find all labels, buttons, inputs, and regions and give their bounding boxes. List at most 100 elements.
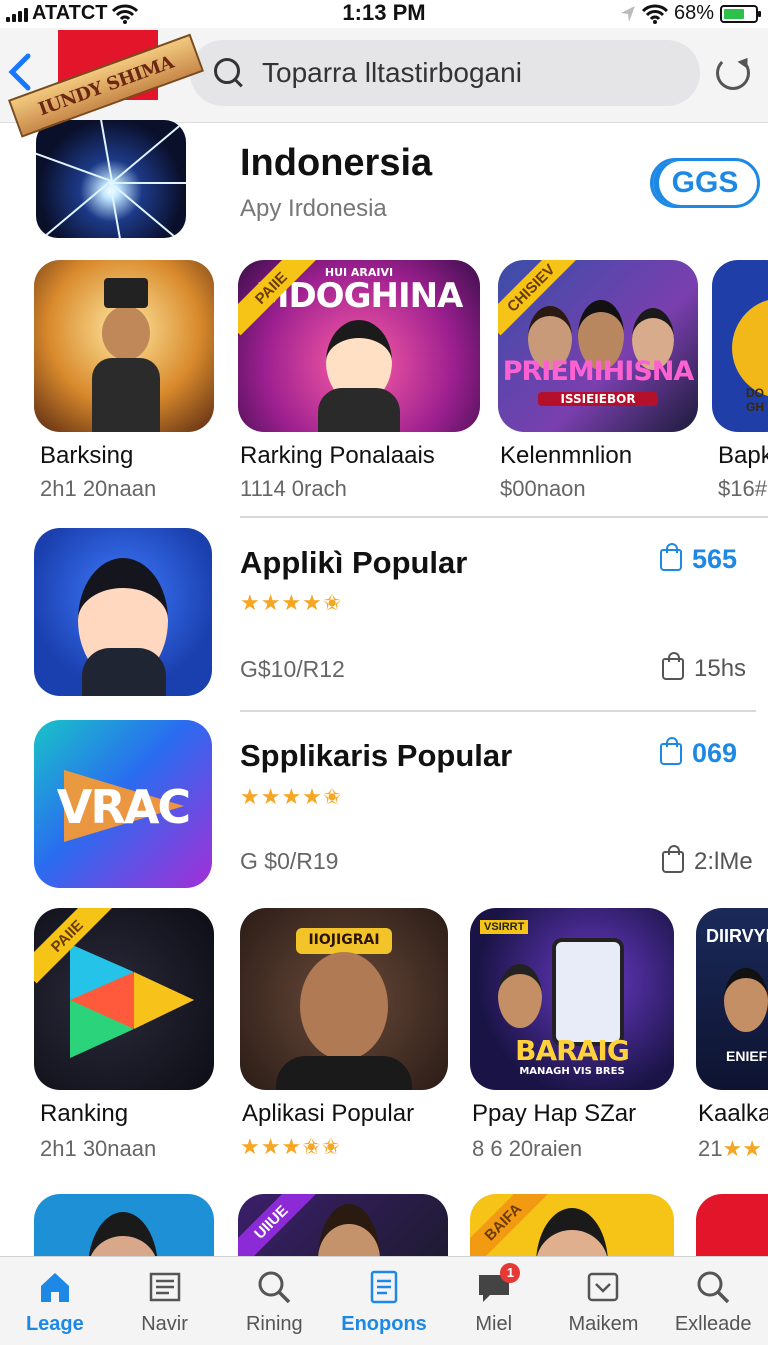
rating-stars: ★★★★✬ bbox=[240, 590, 343, 615]
status-bar: ATATCT 1:13 PM 68% bbox=[0, 0, 768, 28]
battery-percent: 68% bbox=[673, 2, 714, 24]
tab-label: Miel bbox=[475, 1313, 513, 1335]
tab-leage[interactable]: Leage bbox=[0, 1257, 110, 1345]
app-icon[interactable]: VRAC bbox=[34, 720, 212, 888]
bag-icon bbox=[662, 845, 684, 873]
divider bbox=[240, 710, 756, 712]
downloads-value: 2:lMe bbox=[694, 848, 753, 875]
price-label: G $0/R19 bbox=[240, 848, 339, 874]
bag-icon bbox=[662, 652, 684, 680]
search-bar[interactable]: Toparra lltastirbogani bbox=[190, 40, 700, 106]
person-face bbox=[300, 952, 388, 1060]
character-body bbox=[82, 648, 166, 696]
tab-rining[interactable]: Rining bbox=[219, 1257, 329, 1345]
tab-label: Enopons bbox=[341, 1313, 427, 1335]
chevron-left-icon bbox=[8, 53, 31, 91]
app-tile[interactable]: HUI ARAIVI MDOGHINA PAIIE bbox=[238, 260, 480, 432]
search-icon bbox=[258, 1271, 291, 1304]
app-name: Bapk bbox=[718, 442, 768, 469]
app-meta: $00naon bbox=[500, 476, 586, 501]
wifi-icon bbox=[641, 4, 668, 24]
app-meta-text: 21 bbox=[698, 1136, 723, 1161]
app-name: Barksing bbox=[40, 442, 134, 469]
app-name: Ppay Hap SZar bbox=[472, 1100, 637, 1127]
app-name: Ranking bbox=[40, 1100, 129, 1127]
icon-text: VRAC bbox=[56, 780, 191, 834]
tab-bar: Leage Navir Rining Enopons 1 Miel Maikem… bbox=[0, 1256, 768, 1345]
divider bbox=[240, 516, 768, 518]
app-tile[interactable]: PRIEMIHISNA ISSIEIEBOR CHISIEV bbox=[498, 260, 698, 432]
get-button[interactable]: GGS bbox=[650, 158, 760, 208]
battery-level bbox=[724, 8, 744, 19]
tab-miel[interactable]: 1 Miel bbox=[439, 1257, 549, 1345]
tab-label: Leage bbox=[25, 1313, 84, 1335]
app-meta: 21★★ bbox=[698, 1136, 762, 1162]
app-name: Rarking Ponalaais bbox=[240, 442, 435, 469]
rating-stars: ★★★★✬ bbox=[240, 784, 343, 809]
download-count[interactable]: 565 bbox=[660, 542, 738, 575]
app-tile[interactable]: DO GH bbox=[712, 260, 768, 432]
rating-stars: ★★ bbox=[722, 1136, 762, 1161]
refresh-icon[interactable] bbox=[716, 56, 750, 90]
tile-caption: BARAIG bbox=[515, 1034, 630, 1067]
bag-icon bbox=[660, 736, 682, 765]
rating-stars: ★★★✬✬ bbox=[240, 1134, 342, 1159]
app-icon[interactable] bbox=[34, 528, 212, 696]
phone-graphic bbox=[552, 938, 624, 1046]
tile-caption: DIIRVYH bbox=[706, 926, 768, 946]
app-meta: 1114 0rach bbox=[240, 476, 347, 501]
app-tile[interactable]: DIIRVYH ENIEF bbox=[696, 908, 768, 1090]
bag-icon bbox=[660, 542, 682, 571]
person-face bbox=[724, 968, 768, 1032]
downloads: 2:lMe bbox=[662, 845, 753, 876]
app-icon[interactable] bbox=[36, 120, 186, 238]
tab-exlleade[interactable]: Exlleade bbox=[658, 1257, 768, 1345]
tab-maikem[interactable]: Maikem bbox=[549, 1257, 659, 1345]
home-icon bbox=[40, 1273, 69, 1302]
location-icon bbox=[620, 5, 635, 22]
app-tile[interactable]: IIOJIGRAI bbox=[240, 908, 448, 1090]
download-count[interactable]: 069 bbox=[660, 736, 737, 769]
tile-caption-small: MANAGH VIS BRES bbox=[519, 1066, 625, 1077]
app-title: Applikì Popular bbox=[240, 545, 468, 580]
app-meta: 2h1 20naan bbox=[40, 476, 157, 501]
back-button[interactable] bbox=[4, 50, 40, 94]
search-query[interactable]: Toparra lltastirbogani bbox=[262, 57, 522, 89]
tab-enopons[interactable]: Enopons bbox=[329, 1257, 439, 1345]
tile-caption-small: DO GH bbox=[746, 386, 764, 414]
person-body bbox=[276, 1056, 412, 1090]
news-icon bbox=[149, 1272, 180, 1302]
search-icon bbox=[697, 1271, 730, 1304]
inbox-icon bbox=[588, 1272, 619, 1302]
notification-badge: 1 bbox=[500, 1263, 521, 1283]
app-subtitle: Apy Irdonesia bbox=[240, 195, 387, 222]
tile-caption: PRIEMIHISNA bbox=[502, 356, 695, 387]
tile-caption-small: ISSIEIEBOR bbox=[538, 392, 658, 406]
downloads-value: 15hs bbox=[694, 655, 747, 682]
app-tile[interactable]: BARAIG MANAGH VIS BRES VSIRRT bbox=[470, 908, 674, 1090]
battery-icon bbox=[720, 4, 761, 23]
tile-caption: IIOJIGRAI bbox=[308, 932, 380, 948]
character-body bbox=[318, 388, 400, 432]
app-title: Spplikaris Popular bbox=[240, 738, 513, 773]
character-body bbox=[92, 358, 160, 432]
downloads: 15hs bbox=[662, 652, 747, 683]
app-tile[interactable]: PAIIE bbox=[34, 908, 214, 1090]
count-value: 565 bbox=[692, 544, 738, 574]
character-head bbox=[102, 306, 150, 360]
document-icon bbox=[370, 1270, 398, 1304]
tab-label: Navir bbox=[141, 1313, 188, 1335]
app-title: Indonersia bbox=[240, 142, 433, 184]
app-name: Aplikasi Popular bbox=[242, 1100, 415, 1127]
app-tile[interactable] bbox=[34, 260, 214, 432]
app-meta: 8 6 20raien bbox=[472, 1136, 583, 1161]
search-icon bbox=[212, 56, 246, 90]
app-name: Kelenmnlion bbox=[500, 442, 633, 469]
app-meta: 2h1 30naan bbox=[40, 1136, 157, 1161]
tab-label: Maikem bbox=[568, 1313, 639, 1335]
app-meta: $16# bbox=[718, 476, 767, 501]
status-right: 68% bbox=[620, 2, 761, 25]
tab-navir[interactable]: Navir bbox=[110, 1257, 220, 1345]
tile-caption-small: ENIEF bbox=[726, 1048, 768, 1064]
tab-label: Exlleade bbox=[674, 1313, 752, 1335]
